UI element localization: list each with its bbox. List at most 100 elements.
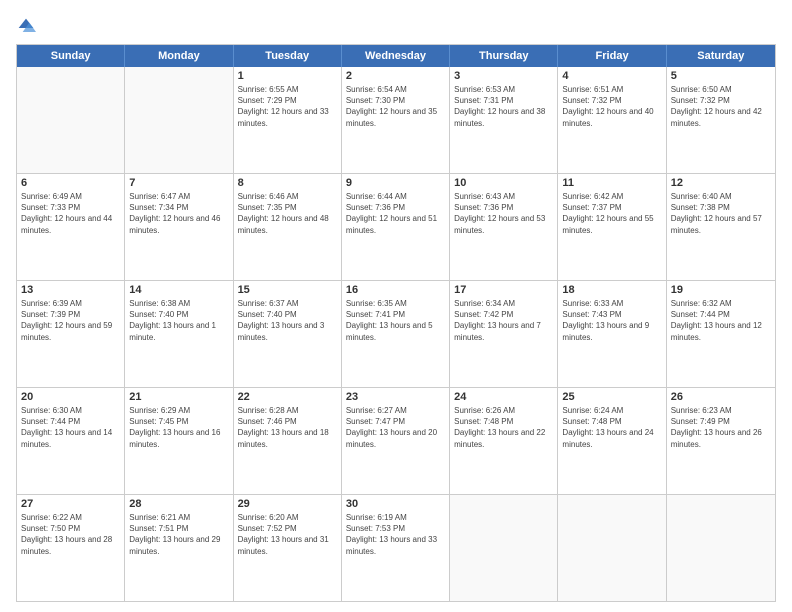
calendar-cell: 1 Sunrise: 6:55 AM Sunset: 7:29 PM Daylig… xyxy=(234,67,342,173)
day-number: 25 xyxy=(562,391,661,403)
day-number: 5 xyxy=(671,70,771,82)
cell-info: Sunrise: 6:37 AM Sunset: 7:40 PM Dayligh… xyxy=(238,298,337,343)
cell-info: Sunrise: 6:28 AM Sunset: 7:46 PM Dayligh… xyxy=(238,405,337,450)
logo-icon xyxy=(16,16,36,36)
cell-info: Sunrise: 6:38 AM Sunset: 7:40 PM Dayligh… xyxy=(129,298,228,343)
day-number: 9 xyxy=(346,177,445,189)
cell-info: Sunrise: 6:19 AM Sunset: 7:53 PM Dayligh… xyxy=(346,512,445,557)
day-number: 6 xyxy=(21,177,120,189)
calendar-cell: 2Sunrise: 6:54 AM Sunset: 7:30 PM Daylig… xyxy=(342,67,450,173)
day-number: 23 xyxy=(346,391,445,403)
calendar-body: 1 Sunrise: 6:55 AM Sunset: 7:29 PM Daylig… xyxy=(17,67,775,601)
calendar-cell: 19Sunrise: 6:32 AM Sunset: 7:44 PM Dayli… xyxy=(667,281,775,387)
day-number: 1 xyxy=(238,70,337,82)
day-number: 3 xyxy=(454,70,553,82)
day-number: 14 xyxy=(129,284,228,296)
cell-info: Sunrise: 6:44 AM Sunset: 7:36 PM Dayligh… xyxy=(346,191,445,236)
day-number: 29 xyxy=(238,498,337,510)
calendar-header-cell: Friday xyxy=(558,45,666,67)
cell-info: Sunrise: 6:32 AM Sunset: 7:44 PM Dayligh… xyxy=(671,298,771,343)
calendar-cell xyxy=(667,495,775,601)
day-number: 7 xyxy=(129,177,228,189)
cell-info: Sunrise: 6:55 AM Sunset: 7:29 PM Dayligh… xyxy=(238,84,337,129)
day-number: 17 xyxy=(454,284,553,296)
day-number: 26 xyxy=(671,391,771,403)
cell-info: Sunrise: 6:29 AM Sunset: 7:45 PM Dayligh… xyxy=(129,405,228,450)
calendar-header-cell: Sunday xyxy=(17,45,125,67)
calendar-cell: 6 Sunrise: 6:49 AM Sunset: 7:33 PM Daylig… xyxy=(17,174,125,280)
header xyxy=(16,16,776,36)
day-number: 10 xyxy=(454,177,553,189)
day-number: 20 xyxy=(21,391,120,403)
cell-info: Sunrise: 6:54 AM Sunset: 7:30 PM Dayligh… xyxy=(346,84,445,129)
cell-info: Sunrise: 6:21 AM Sunset: 7:51 PM Dayligh… xyxy=(129,512,228,557)
calendar-cell xyxy=(125,67,233,173)
cell-info: Sunrise: 6:22 AM Sunset: 7:50 PM Dayligh… xyxy=(21,512,120,557)
cell-info: Sunrise: 6:35 AM Sunset: 7:41 PM Dayligh… xyxy=(346,298,445,343)
calendar-cell: 25 Sunrise: 6:24 AM Sunset: 7:48 PM Dayli… xyxy=(558,388,666,494)
cell-info: Sunrise: 6:51 AM Sunset: 7:32 PM Dayligh… xyxy=(562,84,661,129)
calendar-cell: 17 Sunrise: 6:34 AM Sunset: 7:42 PM Dayli… xyxy=(450,281,558,387)
calendar-cell: 7 Sunrise: 6:47 AM Sunset: 7:34 PM Daylig… xyxy=(125,174,233,280)
cell-info: Sunrise: 6:20 AM Sunset: 7:52 PM Dayligh… xyxy=(238,512,337,557)
cell-info: Sunrise: 6:26 AM Sunset: 7:48 PM Dayligh… xyxy=(454,405,553,450)
calendar-cell: 13 Sunrise: 6:39 AM Sunset: 7:39 PM Dayli… xyxy=(17,281,125,387)
calendar-cell: 10 Sunrise: 6:43 AM Sunset: 7:36 PM Dayli… xyxy=(450,174,558,280)
day-number: 21 xyxy=(129,391,228,403)
calendar-cell: 5 Sunrise: 6:50 AM Sunset: 7:32 PM Daylig… xyxy=(667,67,775,173)
calendar-cell xyxy=(450,495,558,601)
calendar: SundayMondayTuesdayWednesdayThursdayFrid… xyxy=(16,44,776,602)
cell-info: Sunrise: 6:39 AM Sunset: 7:39 PM Dayligh… xyxy=(21,298,120,343)
calendar-cell: 26 Sunrise: 6:23 AM Sunset: 7:49 PM Dayli… xyxy=(667,388,775,494)
day-number: 8 xyxy=(238,177,337,189)
calendar-cell: 30Sunrise: 6:19 AM Sunset: 7:53 PM Dayli… xyxy=(342,495,450,601)
day-number: 18 xyxy=(562,284,661,296)
logo xyxy=(16,16,40,36)
calendar-cell: 12 Sunrise: 6:40 AM Sunset: 7:38 PM Dayli… xyxy=(667,174,775,280)
calendar-cell: 27 Sunrise: 6:22 AM Sunset: 7:50 PM Dayli… xyxy=(17,495,125,601)
calendar-week-row: 6 Sunrise: 6:49 AM Sunset: 7:33 PM Daylig… xyxy=(17,173,775,280)
calendar-cell: 14 Sunrise: 6:38 AM Sunset: 7:40 PM Dayli… xyxy=(125,281,233,387)
calendar-week-row: 1 Sunrise: 6:55 AM Sunset: 7:29 PM Daylig… xyxy=(17,67,775,173)
calendar-cell: 8 Sunrise: 6:46 AM Sunset: 7:35 PM Daylig… xyxy=(234,174,342,280)
calendar-header-cell: Tuesday xyxy=(234,45,342,67)
calendar-cell: 21 Sunrise: 6:29 AM Sunset: 7:45 PM Dayli… xyxy=(125,388,233,494)
calendar-header-cell: Wednesday xyxy=(342,45,450,67)
calendar-header-cell: Thursday xyxy=(450,45,558,67)
cell-info: Sunrise: 6:40 AM Sunset: 7:38 PM Dayligh… xyxy=(671,191,771,236)
calendar-cell: 29 Sunrise: 6:20 AM Sunset: 7:52 PM Dayli… xyxy=(234,495,342,601)
cell-info: Sunrise: 6:23 AM Sunset: 7:49 PM Dayligh… xyxy=(671,405,771,450)
day-number: 12 xyxy=(671,177,771,189)
calendar-cell xyxy=(558,495,666,601)
cell-info: Sunrise: 6:43 AM Sunset: 7:36 PM Dayligh… xyxy=(454,191,553,236)
calendar-week-row: 13 Sunrise: 6:39 AM Sunset: 7:39 PM Dayli… xyxy=(17,280,775,387)
calendar-cell: 11Sunrise: 6:42 AM Sunset: 7:37 PM Dayli… xyxy=(558,174,666,280)
day-number: 11 xyxy=(562,177,661,189)
calendar-cell: 24Sunrise: 6:26 AM Sunset: 7:48 PM Dayli… xyxy=(450,388,558,494)
calendar-cell: 3Sunrise: 6:53 AM Sunset: 7:31 PM Daylig… xyxy=(450,67,558,173)
day-number: 27 xyxy=(21,498,120,510)
cell-info: Sunrise: 6:47 AM Sunset: 7:34 PM Dayligh… xyxy=(129,191,228,236)
calendar-cell xyxy=(17,67,125,173)
calendar-cell: 22 Sunrise: 6:28 AM Sunset: 7:46 PM Dayli… xyxy=(234,388,342,494)
cell-info: Sunrise: 6:27 AM Sunset: 7:47 PM Dayligh… xyxy=(346,405,445,450)
calendar-cell: 20 Sunrise: 6:30 AM Sunset: 7:44 PM Dayli… xyxy=(17,388,125,494)
cell-info: Sunrise: 6:33 AM Sunset: 7:43 PM Dayligh… xyxy=(562,298,661,343)
calendar-header-cell: Monday xyxy=(125,45,233,67)
cell-info: Sunrise: 6:34 AM Sunset: 7:42 PM Dayligh… xyxy=(454,298,553,343)
page: SundayMondayTuesdayWednesdayThursdayFrid… xyxy=(0,0,792,612)
day-number: 4 xyxy=(562,70,661,82)
cell-info: Sunrise: 6:30 AM Sunset: 7:44 PM Dayligh… xyxy=(21,405,120,450)
cell-info: Sunrise: 6:49 AM Sunset: 7:33 PM Dayligh… xyxy=(21,191,120,236)
calendar-header-cell: Saturday xyxy=(667,45,775,67)
cell-info: Sunrise: 6:46 AM Sunset: 7:35 PM Dayligh… xyxy=(238,191,337,236)
calendar-header-row: SundayMondayTuesdayWednesdayThursdayFrid… xyxy=(17,45,775,67)
day-number: 13 xyxy=(21,284,120,296)
calendar-cell: 4 Sunrise: 6:51 AM Sunset: 7:32 PM Daylig… xyxy=(558,67,666,173)
calendar-cell: 28Sunrise: 6:21 AM Sunset: 7:51 PM Dayli… xyxy=(125,495,233,601)
cell-info: Sunrise: 6:24 AM Sunset: 7:48 PM Dayligh… xyxy=(562,405,661,450)
calendar-cell: 9 Sunrise: 6:44 AM Sunset: 7:36 PM Daylig… xyxy=(342,174,450,280)
day-number: 22 xyxy=(238,391,337,403)
cell-info: Sunrise: 6:50 AM Sunset: 7:32 PM Dayligh… xyxy=(671,84,771,129)
calendar-cell: 23 Sunrise: 6:27 AM Sunset: 7:47 PM Dayli… xyxy=(342,388,450,494)
